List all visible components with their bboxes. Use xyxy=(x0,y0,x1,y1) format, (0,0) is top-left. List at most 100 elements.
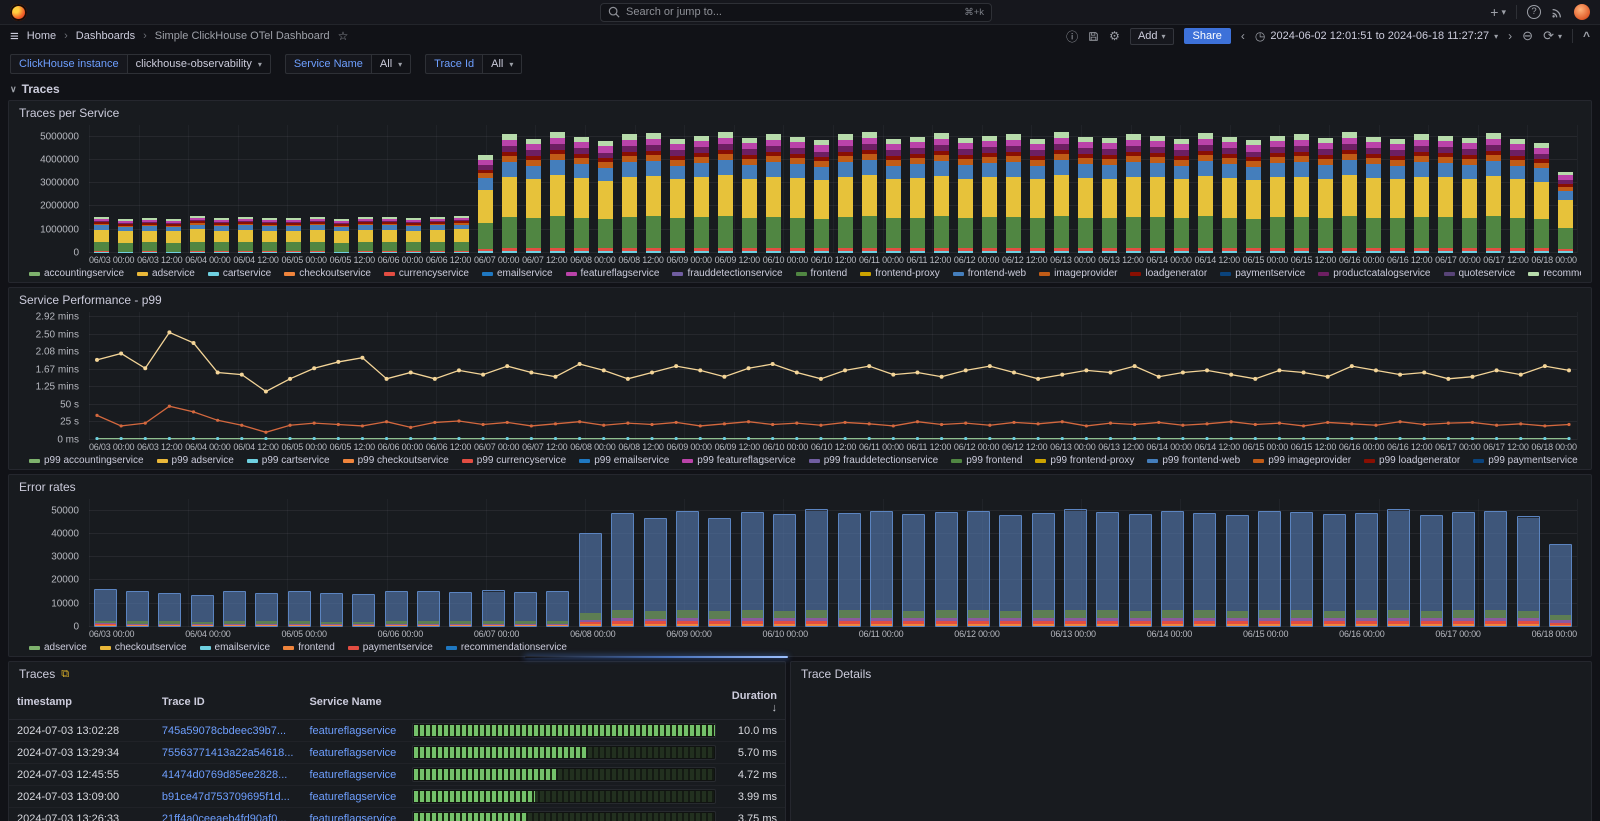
search-input[interactable] xyxy=(626,6,958,18)
time-forward-icon[interactable]: › xyxy=(1508,29,1512,43)
legend-item[interactable]: paymentservice xyxy=(348,642,433,653)
legend-item[interactable]: p99 cartservice xyxy=(247,455,330,466)
legend-item[interactable]: accountingservice xyxy=(29,268,124,279)
legend-item[interactable]: p99 loadgenerator xyxy=(1364,455,1460,466)
column-header[interactable]: Service Name xyxy=(301,685,404,720)
trace-id-link[interactable]: 75563771413a22a54618... xyxy=(162,747,294,759)
column-header[interactable] xyxy=(404,685,723,720)
kiosk-collapse-icon[interactable]: ^ xyxy=(1583,29,1590,43)
variable-clickhouse-instance[interactable]: ClickHouse instanceclickhouse-observabil… xyxy=(10,54,271,74)
legend-item[interactable]: p99 frontend-proxy xyxy=(1035,455,1134,466)
panel-title[interactable]: Service Performance - p99 xyxy=(9,288,1591,309)
legend-item[interactable]: checkoutservice xyxy=(284,268,371,279)
x-tick-label: 06/09 12:00 xyxy=(715,255,760,265)
help-icon[interactable]: ? xyxy=(1527,5,1541,19)
trace-id-link[interactable]: 21ff4a0ceeaeb4fd90af0... xyxy=(162,813,287,821)
legend-item[interactable]: p99 emailservice xyxy=(579,455,669,466)
sort-descending-icon[interactable]: ↓ xyxy=(772,702,778,714)
dashboard-info-icon[interactable]: ⓘ xyxy=(1066,28,1078,45)
service-name-link[interactable]: featureflagservice xyxy=(309,791,396,803)
zoom-out-icon[interactable]: ⊖ xyxy=(1522,28,1533,44)
variable-trace-id[interactable]: Trace IdAll▾ xyxy=(425,54,522,74)
legend-item[interactable]: recommendationservice xyxy=(446,642,567,653)
save-dashboard-icon[interactable] xyxy=(1088,31,1099,42)
legend-item[interactable]: p99 adservice xyxy=(157,455,234,466)
panel-title[interactable]: Trace Details xyxy=(791,662,1591,683)
user-avatar[interactable] xyxy=(1574,4,1590,20)
legend-item[interactable]: paymentservice xyxy=(1220,268,1305,279)
news-icon[interactable] xyxy=(1551,6,1564,19)
legend-item[interactable]: frontend-web xyxy=(953,268,1026,279)
legend-item[interactable]: emailservice xyxy=(482,268,553,279)
column-header[interactable]: timestamp xyxy=(9,685,154,720)
time-back-icon[interactable]: ‹ xyxy=(1241,29,1245,43)
table-row[interactable]: 2024-07-03 13:26:3321ff4a0ceeaeb4fd90af0… xyxy=(9,808,785,821)
favorite-star-icon[interactable]: ☆ xyxy=(338,29,349,43)
legend-item[interactable]: p99 imageprovider xyxy=(1253,455,1351,466)
legend-item[interactable]: recommendationservice xyxy=(1528,268,1581,279)
table-row[interactable]: 2024-07-03 13:09:00b91ce47d753709695f1d.… xyxy=(9,786,785,808)
legend-item[interactable]: imageprovider xyxy=(1039,268,1117,279)
x-tick-label: 06/04 12:00 xyxy=(233,442,278,452)
legend-item[interactable]: currencyservice xyxy=(384,268,469,279)
grafana-logo[interactable] xyxy=(10,4,27,21)
refresh-button[interactable]: ⟳ ▾ xyxy=(1543,28,1562,44)
legend-item[interactable]: frauddetectionservice xyxy=(672,268,782,279)
legend-item[interactable]: featureflagservice xyxy=(566,268,660,279)
legend-item[interactable]: checkoutservice xyxy=(100,642,187,653)
legend-item[interactable]: frontend xyxy=(283,642,335,653)
table-row[interactable]: 2024-07-03 12:45:5541474d0769d85ee2828..… xyxy=(9,764,785,786)
legend-item[interactable]: adservice xyxy=(137,268,195,279)
share-button[interactable]: Share xyxy=(1184,28,1231,44)
legend-item[interactable]: quoteservice xyxy=(1444,268,1516,279)
legend-item[interactable]: cartservice xyxy=(208,268,271,279)
variable-value-dropdown[interactable]: All▾ xyxy=(482,54,522,74)
column-header[interactable]: Trace ID xyxy=(154,685,302,720)
hamburger-menu-icon[interactable]: ≡ xyxy=(10,28,19,45)
panel-title[interactable]: Traces ⧉ xyxy=(9,662,785,683)
panel-link-icon[interactable]: ⧉ xyxy=(61,668,69,681)
new-menu-button[interactable]: + ▾ xyxy=(1490,4,1506,20)
bar xyxy=(166,219,181,253)
p99-y-axis: 0 ms25 s50 s1.25 mins1.67 mins2.08 mins2… xyxy=(9,312,89,440)
service-name-link[interactable]: featureflagservice xyxy=(309,725,396,737)
panel-title[interactable]: Error rates xyxy=(9,475,1591,496)
legend-item[interactable]: p99 paymentservice xyxy=(1473,455,1578,466)
add-panel-button[interactable]: Add ▾ xyxy=(1130,28,1174,45)
service-name-link[interactable]: featureflagservice xyxy=(309,747,396,759)
legend-item[interactable]: loadgenerator xyxy=(1130,268,1207,279)
legend-item[interactable]: p99 frauddetectionservice xyxy=(809,455,939,466)
panel-title[interactable]: Traces per Service xyxy=(9,101,1591,122)
time-range-picker[interactable]: ◷ 2024-06-02 12:01:51 to 2024-06-18 11:2… xyxy=(1255,29,1498,43)
breadcrumb-dashboards[interactable]: Dashboards xyxy=(76,30,135,42)
legend-item[interactable]: productcatalogservice xyxy=(1318,268,1430,279)
table-row[interactable]: 2024-07-03 13:29:3475563771413a22a54618.… xyxy=(9,742,785,764)
search-box[interactable]: ⌘+k xyxy=(600,3,992,22)
legend-item[interactable]: p99 currencyservice xyxy=(462,455,566,466)
legend-item[interactable]: emailservice xyxy=(200,642,271,653)
service-name-link[interactable]: featureflagservice xyxy=(309,769,396,781)
errors-x-axis: 06/03 00:0006/04 00:0006/05 00:0006/06 0… xyxy=(89,629,1577,639)
breadcrumb-home[interactable]: Home xyxy=(27,30,56,42)
trace-id-link[interactable]: 41474d0769d85ee2828... xyxy=(162,769,287,781)
service-name-link[interactable]: featureflagservice xyxy=(309,813,396,821)
legend-item[interactable]: p99 featureflagservice xyxy=(682,455,795,466)
tps-legend: accountingservice adservice cartservice che… xyxy=(29,268,1581,279)
legend-item[interactable]: p99 frontend-web xyxy=(1147,455,1240,466)
legend-item[interactable]: frontend xyxy=(796,268,848,279)
section-traces[interactable]: ∨ Traces xyxy=(0,79,1600,100)
legend-item[interactable]: frontend-proxy xyxy=(860,268,939,279)
legend-item[interactable]: adservice xyxy=(29,642,87,653)
variable-service-name[interactable]: Service NameAll▾ xyxy=(285,54,411,74)
x-tick-label: 06/05 00:00 xyxy=(282,442,327,452)
variable-value-dropdown[interactable]: All▾ xyxy=(371,54,411,74)
column-header[interactable]: Duration ↓ xyxy=(724,685,785,720)
variable-value-dropdown[interactable]: clickhouse-observability▾ xyxy=(127,54,271,74)
trace-id-link[interactable]: b91ce47d753709695f1d... xyxy=(162,791,290,803)
trace-id-link[interactable]: 745a59078cbdeec39b7... xyxy=(162,725,286,737)
legend-item[interactable]: p99 accountingservice xyxy=(29,455,144,466)
dashboard-settings-gear-icon[interactable]: ⚙ xyxy=(1109,29,1120,43)
legend-item[interactable]: p99 checkoutservice xyxy=(343,455,449,466)
legend-item[interactable]: p99 frontend xyxy=(951,455,1022,466)
table-row[interactable]: 2024-07-03 13:02:28745a59078cbdeec39b7..… xyxy=(9,720,785,742)
